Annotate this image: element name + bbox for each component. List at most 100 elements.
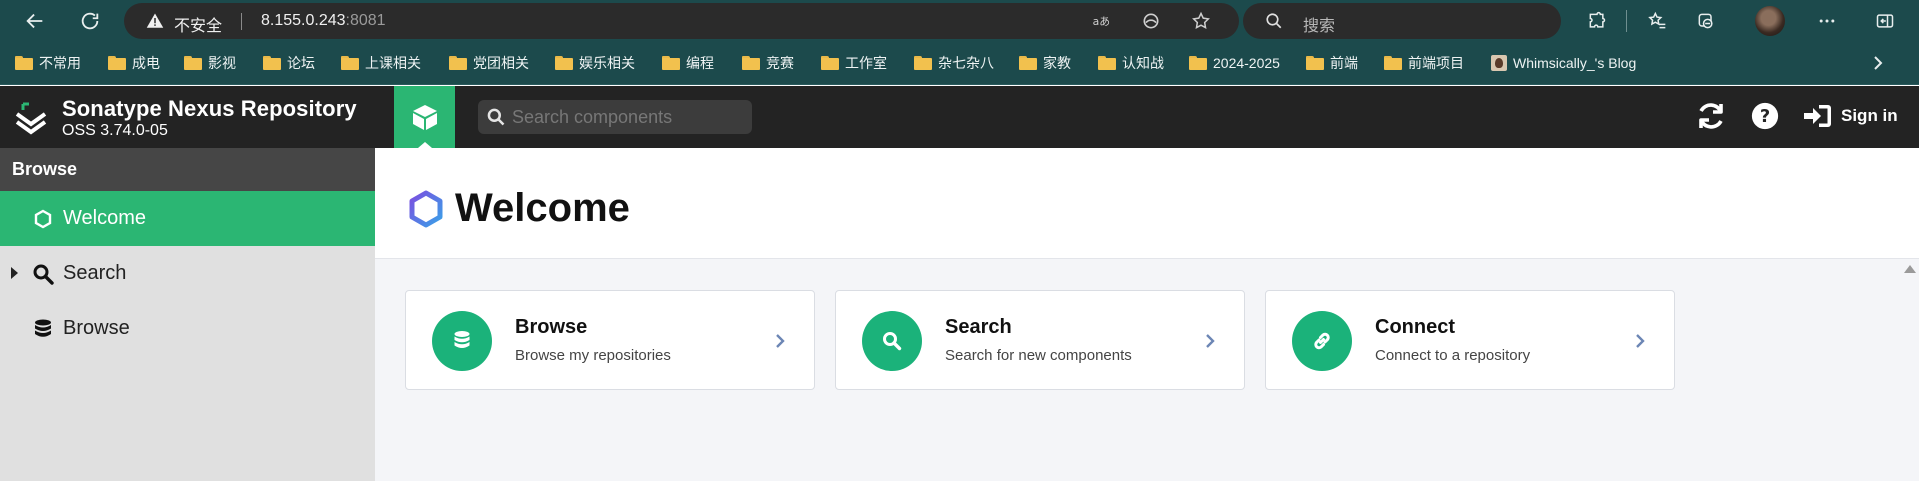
browser-toolbar: 不安全 8.155.0.243:8081 aあ 搜索 xyxy=(0,0,1919,42)
folder-icon xyxy=(184,56,202,70)
bookmark-folder[interactable]: 成电 xyxy=(108,52,160,74)
url-host: 8.155.0.243 xyxy=(261,12,346,29)
profile-avatar[interactable] xyxy=(1755,6,1785,36)
bookmark-label: 上课相关 xyxy=(365,55,421,71)
database-icon xyxy=(35,319,51,337)
folder-icon xyxy=(449,56,467,70)
url-text[interactable]: 8.155.0.243:8081 xyxy=(261,12,386,30)
bookmark-folder[interactable]: 认知战 xyxy=(1098,52,1164,74)
sign-in-icon xyxy=(1804,105,1831,127)
bookmark-folder[interactable]: 家教 xyxy=(1019,52,1071,74)
chevron-right-icon xyxy=(776,334,785,348)
bookmark-folder[interactable]: 前端项目 xyxy=(1384,52,1464,74)
bookmark-folder[interactable]: 论坛 xyxy=(263,52,315,74)
chevron-right-icon xyxy=(1206,334,1215,348)
card-icon-circle xyxy=(862,311,922,371)
card-icon-circle xyxy=(1292,311,1352,371)
bookmark-label: 家教 xyxy=(1043,55,1071,71)
search-icon xyxy=(33,264,54,285)
bookmark-folder[interactable]: 杂七杂八 xyxy=(914,52,994,74)
sign-in-button[interactable]: Sign in xyxy=(1803,100,1898,132)
svg-text:aあ: aあ xyxy=(1093,15,1110,28)
toolbar-divider xyxy=(1626,10,1627,32)
search-icon xyxy=(487,108,505,126)
address-bar[interactable]: 不安全 8.155.0.243:8081 aあ xyxy=(124,3,1239,39)
collections-icon[interactable] xyxy=(1692,7,1720,35)
sidebar-item-welcome[interactable]: Welcome xyxy=(0,191,375,246)
bookmark-folder[interactable]: 编程 xyxy=(662,52,714,74)
bookmark-label: 竞赛 xyxy=(766,55,794,71)
bookmark-label: 杂七杂八 xyxy=(938,55,994,71)
search-card[interactable]: Search Search for new components xyxy=(835,290,1245,390)
url-port: :8081 xyxy=(345,12,386,29)
svg-text:?: ? xyxy=(1760,106,1770,127)
expand-arrow-icon[interactable] xyxy=(11,267,18,279)
back-arrow-icon[interactable] xyxy=(21,7,49,35)
bookmark-link[interactable]: Whimsically_'s Blog xyxy=(1491,52,1636,74)
main-content: Welcome Browse Browse my repositories Se… xyxy=(375,148,1919,481)
bookmark-folder[interactable]: 不常用 xyxy=(15,52,81,74)
bookmark-label: 成电 xyxy=(132,55,160,71)
browser-search-box[interactable]: 搜索 xyxy=(1243,3,1561,39)
card-title: Connect xyxy=(1375,316,1455,338)
sidebar-item-label: Search xyxy=(63,262,127,284)
bookmark-folder[interactable]: 前端 xyxy=(1306,52,1358,74)
chevron-right-icon xyxy=(1636,334,1645,348)
bookmark-folder[interactable]: 上课相关 xyxy=(341,52,421,74)
sidebar-toggle-icon[interactable] xyxy=(1871,7,1899,35)
help-icon[interactable]: ? xyxy=(1748,99,1782,133)
bookmark-label: 娱乐相关 xyxy=(579,55,635,71)
component-search[interactable] xyxy=(478,100,752,134)
sidebar-item-search[interactable]: Search xyxy=(0,246,375,301)
sidebar-item-label: Welcome xyxy=(63,207,146,229)
folder-icon xyxy=(1019,56,1037,70)
bookmark-folder[interactable]: 影视 xyxy=(184,52,236,74)
component-search-input[interactable] xyxy=(512,106,742,128)
bookmark-folder[interactable]: 娱乐相关 xyxy=(555,52,635,74)
more-menu-icon[interactable] xyxy=(1813,7,1841,35)
folder-icon xyxy=(914,56,932,70)
bookmark-folder[interactable]: 党团相关 xyxy=(449,52,529,74)
folder-icon xyxy=(1189,56,1207,70)
link-icon xyxy=(1314,332,1330,350)
bookmarks-overflow-chevron-icon[interactable] xyxy=(1868,52,1888,74)
sidebar-item-label: Browse xyxy=(63,317,130,339)
bookmark-label: 编程 xyxy=(686,55,714,71)
bookmark-folder[interactable]: 竞赛 xyxy=(742,52,794,74)
edge-copilot-icon[interactable] xyxy=(1141,11,1161,31)
scrollbar-up-arrow[interactable] xyxy=(1904,265,1916,273)
extensions-puzzle-icon[interactable] xyxy=(1583,7,1611,35)
favorites-list-icon[interactable] xyxy=(1643,7,1671,35)
warning-icon[interactable] xyxy=(146,12,164,30)
connect-card[interactable]: Connect Connect to a repository xyxy=(1265,290,1675,390)
page-title: Welcome xyxy=(455,186,630,230)
browse-card[interactable]: Browse Browse my repositories xyxy=(405,290,815,390)
reload-icon[interactable] xyxy=(76,7,104,35)
cube-icon xyxy=(412,105,437,130)
folder-icon xyxy=(742,56,760,70)
hexagon-logo-icon xyxy=(409,190,443,228)
hexagon-icon xyxy=(34,209,52,229)
bookmark-label: Whimsically_'s Blog xyxy=(1513,55,1637,71)
bookmark-label: 前端 xyxy=(1330,55,1358,71)
address-separator xyxy=(241,13,242,30)
database-icon xyxy=(454,331,470,348)
folder-icon xyxy=(341,56,359,70)
browse-mode-tab[interactable] xyxy=(394,86,455,148)
bookmark-label: 前端项目 xyxy=(1408,55,1464,71)
sidebar-item-browse[interactable]: Browse xyxy=(0,301,375,356)
insecure-label[interactable]: 不安全 xyxy=(174,12,222,36)
refresh-icon[interactable] xyxy=(1694,99,1728,133)
card-subtitle: Browse my repositories xyxy=(515,347,671,364)
sonatype-logo-icon[interactable] xyxy=(13,100,49,136)
favorite-star-icon[interactable] xyxy=(1191,11,1211,31)
app-version: OSS 3.74.0-05 xyxy=(62,122,168,139)
bookmark-label: 不常用 xyxy=(39,55,81,71)
bookmark-folder[interactable]: 工作室 xyxy=(821,52,887,74)
search-icon xyxy=(883,332,902,351)
bookmarks-bar: 不常用 成电 影视 论坛 上课相关 党团相关 娱乐相关 编程 竞赛 工作室 杂七… xyxy=(0,42,1919,85)
nexus-header: Sonatype Nexus Repository OSS 3.74.0-05 … xyxy=(0,86,1919,148)
read-aloud-icon[interactable]: aあ xyxy=(1091,11,1111,31)
card-title: Search xyxy=(945,316,1012,338)
bookmark-folder[interactable]: 2024-2025 xyxy=(1189,52,1280,74)
